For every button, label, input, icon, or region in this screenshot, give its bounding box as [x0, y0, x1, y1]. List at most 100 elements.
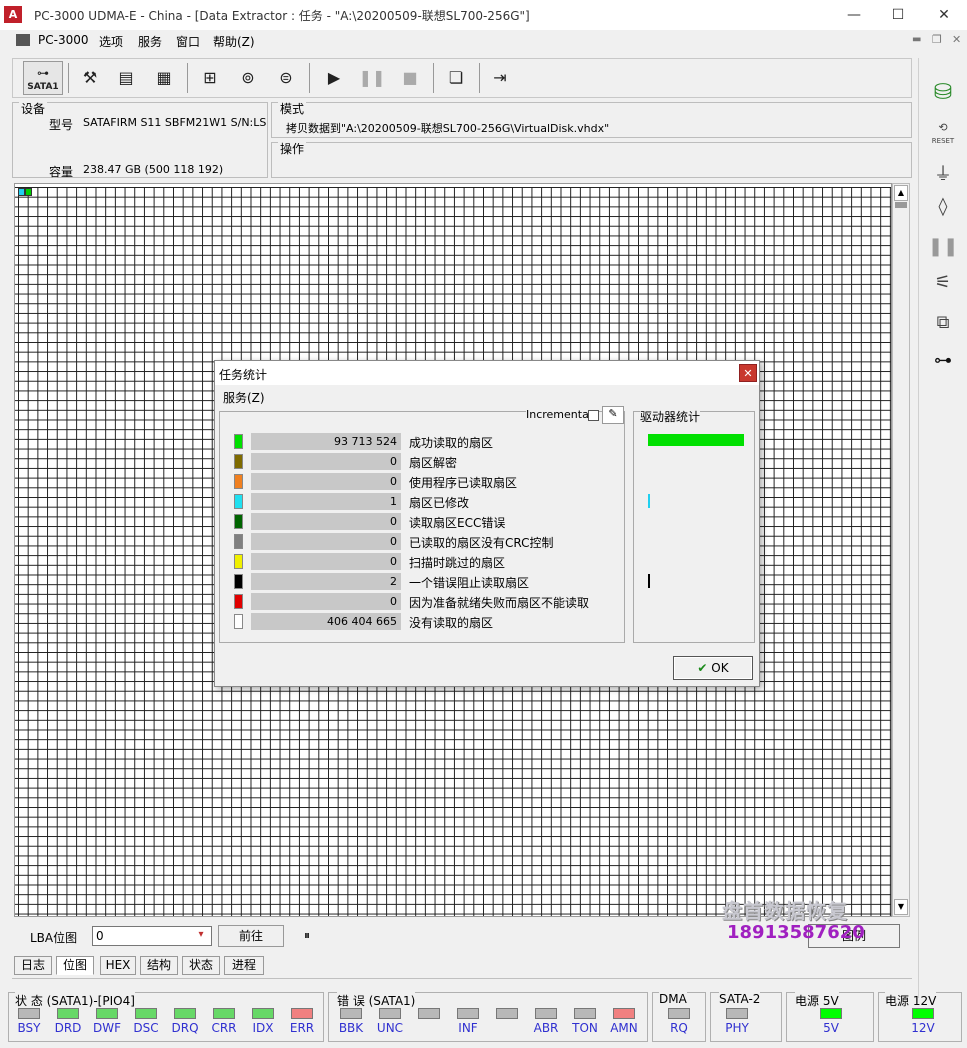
tab-hex[interactable]: HEX [100, 956, 136, 975]
led-label: RQ [670, 1021, 688, 1035]
led-indicator: TON [571, 1008, 599, 1035]
play-icon[interactable]: ▶ [317, 61, 351, 95]
bitmap-scrollbar[interactable]: ▲ ▼ [892, 183, 910, 917]
dma-title: DMA [659, 992, 687, 1006]
stat-row: 0 已读取的扇区没有CRC控制 [220, 532, 624, 551]
led-indicator: DRQ [171, 1008, 199, 1035]
task-stats-dialog: 任务统计 ✕ 服务(Z) Incremental ✎ 93 713 524 成功读… [214, 360, 760, 687]
led-12v: 12V [909, 1008, 937, 1035]
power-switch-icon[interactable]: ⏚ [928, 160, 958, 188]
dialog-menu-service[interactable]: 服务(Z) [223, 389, 265, 406]
exit-icon[interactable]: ⇥ [483, 61, 517, 95]
connector-side-icon[interactable]: ⊶ [928, 350, 958, 378]
menu-pc3000[interactable]: PC-3000 [38, 33, 88, 47]
percent-icon[interactable]: ▦ [147, 61, 181, 95]
led-lamp [726, 1008, 748, 1019]
menu-help[interactable]: 帮助(Z) [213, 33, 255, 50]
sata2-title: SATA-2 [719, 992, 761, 1006]
brush-icon[interactable]: ✎ [602, 406, 624, 424]
tab-status[interactable]: 状态 [182, 956, 220, 975]
tab-structure[interactable]: 结构 [140, 956, 178, 975]
drive-id-icon[interactable]: ▤ [109, 61, 143, 95]
lba-arrow-icon[interactable]: ▾ [193, 929, 209, 943]
led-lamp [340, 1008, 362, 1019]
database-icon[interactable]: ⛁ [928, 80, 958, 108]
mdi-close-icon[interactable]: ✕ [952, 33, 961, 46]
led-indicator: IDX [249, 1008, 277, 1035]
watermark-company: 盘首数据恢复 [722, 899, 848, 923]
tools-icon[interactable]: ⚒ [73, 61, 107, 95]
led-lamp [668, 1008, 690, 1019]
tab-process[interactable]: 进程 [224, 956, 264, 975]
copy-icon[interactable]: ⧉ [928, 312, 958, 340]
sata-port-button[interactable]: ⊶ SATA1 [23, 61, 63, 95]
app-menu-icon[interactable] [16, 34, 30, 46]
led-indicator: DSC [132, 1008, 160, 1035]
stat-color-swatch [234, 494, 243, 509]
ok-button[interactable]: ✔ OK [673, 656, 753, 680]
pause-glyph[interactable]: ⏸ [304, 928, 310, 943]
led-indicator: CRR [210, 1008, 238, 1035]
stat-color-swatch [234, 554, 243, 569]
drive-stats-panel: 驱动器统计 [633, 408, 755, 643]
tab-log[interactable]: 日志 [14, 956, 52, 975]
stat-color-swatch [234, 614, 243, 629]
scroll-thumb[interactable] [895, 202, 907, 208]
scroll-up-icon[interactable]: ▲ [894, 185, 908, 201]
pause-side-icon[interactable]: ❚❚ [928, 236, 958, 264]
close-button[interactable]: ✕ [930, 4, 958, 26]
led-rq: RQ [665, 1008, 693, 1035]
maximize-button[interactable]: ☐ [884, 4, 912, 26]
stat-value: 2 [251, 573, 401, 590]
power5-title: 电源 5V [795, 992, 839, 1009]
app-logo: A [4, 6, 22, 23]
tree-icon[interactable]: ⊞ [193, 61, 227, 95]
status-sata-group: 状 态 (SATA1)-[PIO4] BSY DRD DWF DSC DRQ CRR IDX… [8, 992, 324, 1042]
sleep-icon[interactable]: ◊ [928, 196, 958, 224]
status-sata-title: 状 态 (SATA1)-[PIO4] [15, 992, 135, 1009]
scroll-down-icon[interactable]: ▼ [894, 899, 908, 915]
menu-service[interactable]: 服务 [138, 33, 162, 50]
led-label: BBK [338, 1021, 364, 1035]
reset-icon[interactable]: ⟲ RESET [928, 122, 958, 150]
mdi-restore-icon[interactable]: ❐ [932, 33, 942, 46]
minimize-button[interactable]: — [840, 4, 868, 26]
dialog-close-icon[interactable]: ✕ [739, 364, 757, 382]
connector-icon: ⊶ [37, 66, 49, 80]
incremental-checkbox[interactable] [588, 410, 599, 421]
stat-row: 2 一个错误阻止读取扇区 [220, 572, 624, 591]
led-lamp [912, 1008, 934, 1019]
led-label: PHY [725, 1021, 749, 1035]
stat-row: 93 713 524 成功读取的扇区 [220, 432, 624, 451]
mode-panel: 模式 拷贝数据到"A:\20200509-联想SL700-256G\Virtua… [271, 100, 912, 138]
ok-label: OK [711, 661, 729, 675]
binoculars-icon[interactable]: ⊚ [231, 61, 265, 95]
bus-reset-icon[interactable]: ⚟ [928, 272, 958, 300]
pause-icon[interactable]: ❚❚ [355, 61, 389, 95]
led-label: UNC [376, 1021, 404, 1035]
sata2-group: SATA-2 PHY [710, 992, 782, 1042]
led-lamp [613, 1008, 635, 1019]
power12-title: 电源 12V [885, 992, 937, 1009]
led-label: IDX [252, 1021, 274, 1035]
mdi-minimize-icon[interactable]: ▬ [912, 34, 921, 45]
menu-window[interactable]: 窗口 [176, 33, 200, 50]
tab-bitmap[interactable]: 位图 [56, 956, 94, 975]
stat-color-swatch [234, 574, 243, 589]
sector-bitmap-top [15, 184, 891, 187]
dialog-title-bar [215, 361, 759, 385]
right-panel-divider [918, 58, 919, 998]
menu-options[interactable]: 选项 [99, 33, 123, 50]
led-indicator [493, 1008, 521, 1021]
disk-export-icon[interactable]: ⊜ [269, 61, 303, 95]
stop-icon[interactable]: ■ [393, 61, 427, 95]
drive-stat-bar [648, 434, 744, 446]
windows-icon[interactable]: ❏ [439, 61, 473, 95]
led-label: DRQ [171, 1021, 199, 1035]
led-lamp [379, 1008, 401, 1019]
lba-input[interactable]: 0 ▾ [92, 926, 212, 946]
led-label: 12V [911, 1021, 935, 1035]
goto-button[interactable]: 前往 [218, 925, 284, 947]
led-label: DSC [133, 1021, 159, 1035]
incremental-label: Incremental [526, 408, 592, 421]
